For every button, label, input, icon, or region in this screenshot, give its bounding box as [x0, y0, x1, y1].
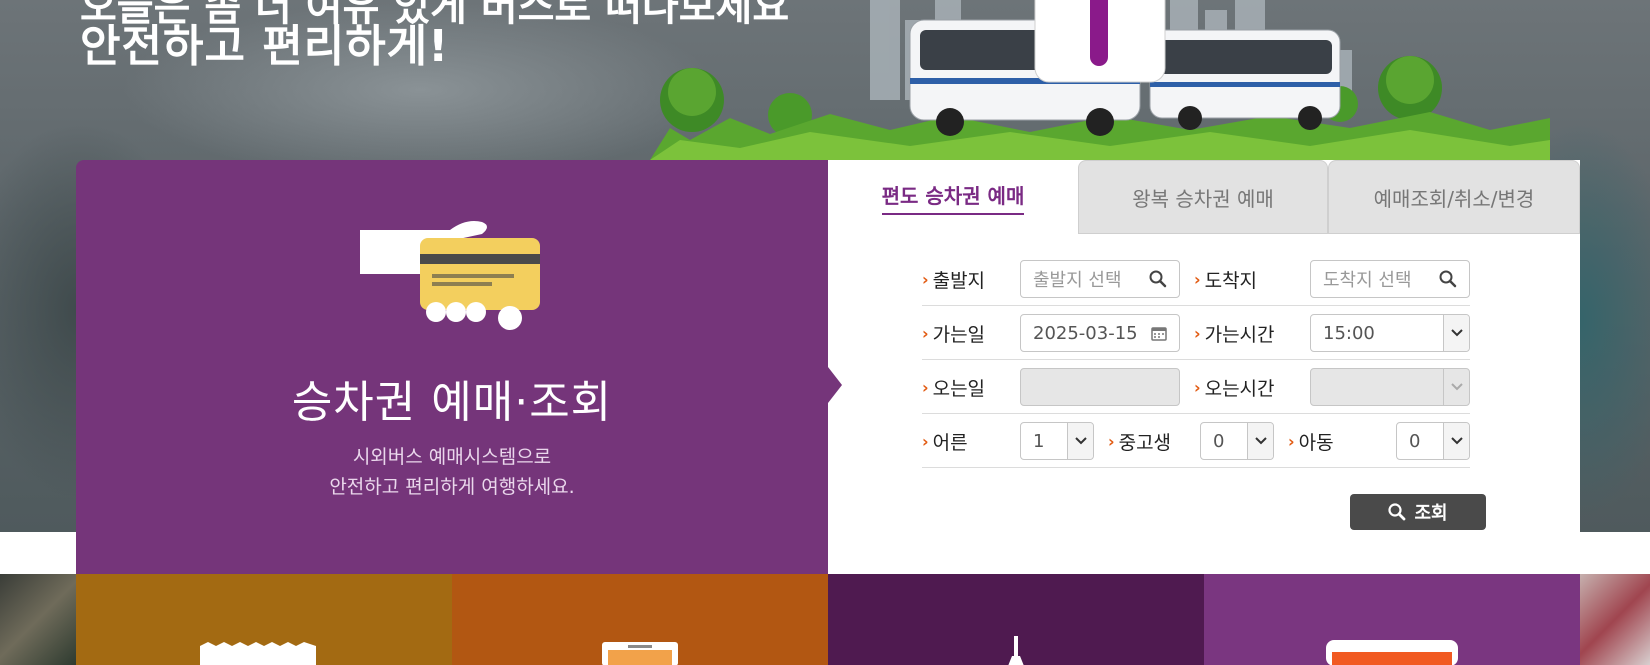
receipt-icon — [200, 642, 316, 665]
tab-label: 편도 승차권 예매 — [881, 180, 1025, 215]
bullet-arrow-icon: › — [1194, 323, 1201, 343]
tab-label: 예매조회/취소/변경 — [1373, 186, 1535, 211]
panel-notch — [828, 367, 842, 403]
return-date-label: › 오는일 — [922, 360, 985, 414]
go-date-field[interactable]: 2025-03-15 — [1020, 314, 1180, 352]
panel-title: 승차권 예매·조회 — [291, 377, 613, 428]
bullet-arrow-icon: › — [1194, 269, 1201, 289]
youth-count-select[interactable]: 0 — [1200, 422, 1274, 460]
booking-form: › 출발지 출발지 선택 › 도착지 도착지 선택 › 가는일 2025-03-… — [922, 252, 1470, 468]
menu-tile[interactable] — [452, 574, 828, 665]
go-time-value: 15:00 — [1323, 322, 1375, 344]
return-date-field[interactable] — [1020, 368, 1180, 406]
mobile-ticket-icon — [602, 642, 678, 665]
terminal-tower-icon — [1008, 636, 1024, 665]
arrival-label-text: 도착지 — [1204, 269, 1258, 292]
search-icon — [1388, 503, 1406, 521]
decorative-photo — [1580, 574, 1650, 665]
menu-tile[interactable] — [76, 574, 452, 665]
child-label: › 아동 — [1288, 414, 1334, 468]
departure-field[interactable]: 출발지 선택 — [1020, 260, 1180, 298]
arrival-label: › 도착지 — [1194, 252, 1257, 306]
card-payment-icon — [1326, 640, 1458, 665]
search-button-label: 조회 — [1414, 503, 1448, 524]
form-row-route: › 출발지 출발지 선택 › 도착지 도착지 선택 — [922, 252, 1470, 306]
booking-form-panel: 편도 승차권 예매 왕복 승차권 예매 예매조회/취소/변경 › 출발지 출발지… — [828, 160, 1580, 534]
search-button[interactable]: 조회 — [1350, 494, 1486, 530]
child-count-value: 0 — [1409, 430, 1421, 452]
tab-round-trip[interactable]: 왕복 승차권 예매 — [1078, 160, 1328, 234]
go-date-label-text: 가는일 — [932, 323, 986, 346]
go-date-label: › 가는일 — [922, 306, 985, 360]
go-time-label: › 가는시간 — [1194, 306, 1275, 360]
bullet-arrow-icon: › — [1194, 377, 1201, 397]
chevron-down-icon[interactable] — [1443, 315, 1469, 351]
calendar-icon[interactable] — [1151, 325, 1167, 341]
return-time-label: › 오는시간 — [1194, 360, 1275, 414]
menu-tile[interactable] — [828, 574, 1204, 665]
departure-label: › 출발지 — [922, 252, 985, 306]
chevron-down-icon[interactable] — [1247, 423, 1273, 459]
adult-label: › 어른 — [922, 414, 968, 468]
bullet-arrow-icon: › — [1288, 431, 1295, 451]
panel-description: 시외버스 예매시스템으로 안전하고 편리하게 여행하세요. — [76, 442, 828, 502]
child-label-text: 아동 — [1298, 431, 1334, 454]
tab-one-way[interactable]: 편도 승차권 예매 — [828, 160, 1078, 234]
return-date-label-text: 오는일 — [932, 377, 986, 400]
form-row-passengers: › 어른 1 › 중고생 0 › 아동 0 — [922, 414, 1470, 468]
departure-label-text: 출발지 — [932, 269, 986, 292]
bullet-arrow-icon: › — [922, 269, 929, 289]
youth-label: › 중고생 — [1108, 414, 1171, 468]
bottom-menu-band — [0, 574, 1650, 665]
chevron-down-icon[interactable] — [1067, 423, 1093, 459]
bullet-arrow-icon: › — [922, 431, 929, 451]
go-date-value: 2025-03-15 — [1033, 322, 1138, 344]
form-row-return: › 오는일 › 오는시간 — [922, 360, 1470, 414]
adult-count-value: 1 — [1033, 430, 1045, 452]
tab-label: 왕복 승차권 예매 — [1132, 186, 1274, 211]
bullet-arrow-icon: › — [922, 323, 929, 343]
menu-tile[interactable] — [1204, 574, 1580, 665]
arrival-placeholder: 도착지 선택 — [1323, 270, 1412, 291]
adult-label-text: 어른 — [932, 431, 968, 454]
bullet-arrow-icon: › — [922, 377, 929, 397]
booking-tabs: 편도 승차권 예매 왕복 승차권 예매 예매조회/취소/변경 — [828, 160, 1580, 234]
youth-label-text: 중고생 — [1118, 431, 1172, 454]
chevron-down-icon[interactable] — [1443, 423, 1469, 459]
go-time-select[interactable]: 15:00 — [1310, 314, 1470, 352]
panel-description-line: 시외버스 예매시스템으로 — [352, 446, 552, 468]
booking-intro-panel: 승차권 예매·조회 시외버스 예매시스템으로 안전하고 편리하게 여행하세요. — [76, 160, 842, 580]
search-icon[interactable] — [1439, 270, 1457, 288]
hand-card-icon — [360, 221, 540, 330]
chevron-down-icon[interactable] — [1443, 369, 1469, 405]
child-count-select[interactable]: 0 — [1396, 422, 1470, 460]
search-icon[interactable] — [1149, 270, 1167, 288]
tab-lookup-cancel-change[interactable]: 예매조회/취소/변경 — [1328, 160, 1580, 234]
return-time-label-text: 오는시간 — [1204, 377, 1275, 400]
youth-count-value: 0 — [1213, 430, 1225, 452]
bus-city-illustration — [650, 0, 1550, 160]
bullet-arrow-icon: › — [1108, 431, 1115, 451]
departure-placeholder: 출발지 선택 — [1033, 270, 1122, 291]
panel-description-line: 안전하고 편리하게 여행하세요. — [329, 476, 575, 498]
return-time-select[interactable] — [1310, 368, 1470, 406]
adult-count-select[interactable]: 1 — [1020, 422, 1094, 460]
hero-title: 안전하고 편리하게! — [80, 21, 450, 72]
arrival-field[interactable]: 도착지 선택 — [1310, 260, 1470, 298]
form-row-go: › 가는일 2025-03-15 › 가는시간 15:00 — [922, 306, 1470, 360]
go-time-label-text: 가는시간 — [1204, 323, 1275, 346]
decorative-photo — [0, 574, 76, 665]
